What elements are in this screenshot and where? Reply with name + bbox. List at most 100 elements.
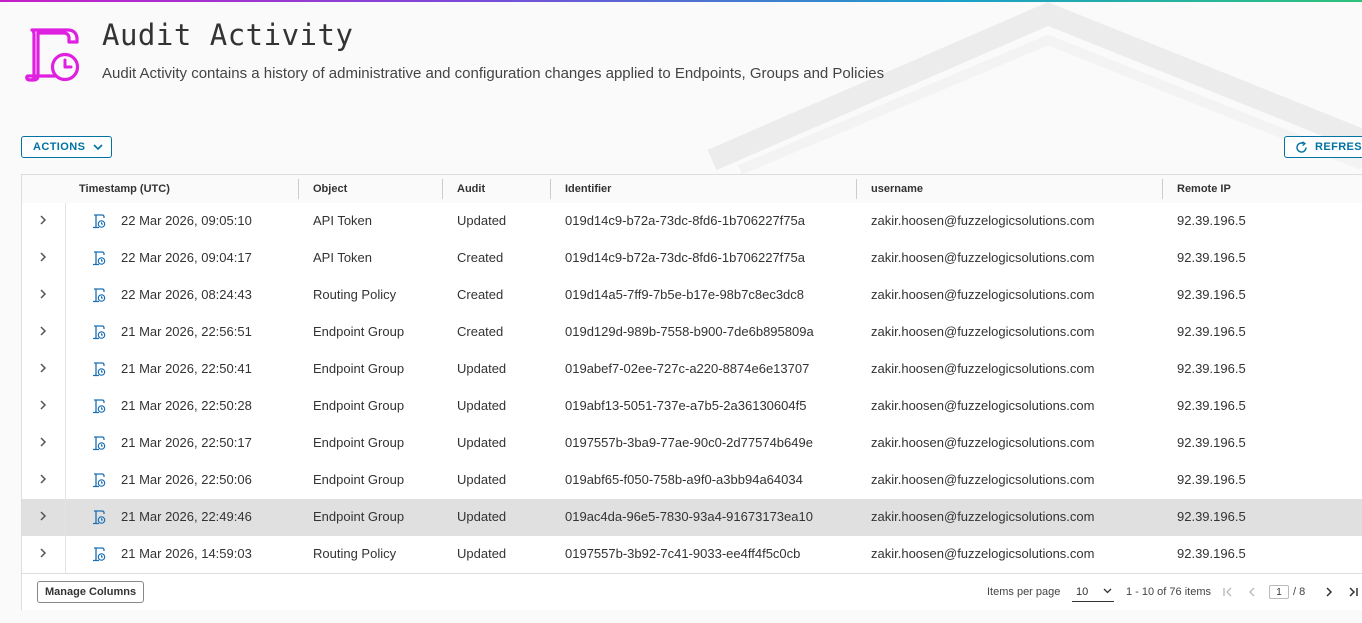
cell-audit: Updated: [457, 213, 507, 228]
chevron-right-icon[interactable]: [36, 435, 50, 449]
column-resize-handle[interactable]: [298, 179, 299, 199]
table-row[interactable]: 22 Mar 2026, 09:05:10 API Token Updated …: [22, 203, 1362, 241]
cell-identifier: 019abef7-02ee-727c-a220-8874e6e13707: [565, 361, 810, 376]
cell-username: zakir.hoosen@fuzzelogicsolutions.com: [871, 398, 1095, 413]
actions-button-label: ACTIONS: [33, 141, 86, 153]
previous-page-icon[interactable]: [1245, 585, 1259, 599]
cell-timestamp: 21 Mar 2026, 22:50:17: [121, 435, 252, 450]
table-row[interactable]: 21 Mar 2026, 22:50:06 Endpoint Group Upd…: [22, 462, 1362, 500]
cell-audit: Created: [457, 324, 504, 339]
pagination-range: 1 - 10 of 76 items: [1126, 586, 1211, 598]
table-row-selected[interactable]: 21 Mar 2026, 22:49:46 Endpoint Group Upd…: [22, 499, 1362, 537]
audit-record-icon: [93, 325, 106, 340]
expander-divider: [65, 351, 66, 388]
expander-divider: [65, 277, 66, 314]
audit-record-icon: [93, 473, 106, 488]
column-resize-handle[interactable]: [856, 179, 857, 199]
cell-object: API Token: [313, 250, 373, 265]
cell-username: zakir.hoosen@fuzzelogicsolutions.com: [871, 361, 1095, 376]
column-header-identifier[interactable]: Identifier: [565, 175, 611, 203]
cell-username: zakir.hoosen@fuzzelogicsolutions.com: [871, 213, 1095, 228]
cell-timestamp: 21 Mar 2026, 22:50:06: [121, 472, 252, 487]
grid-footer: Manage Columns Items per page 10 1 - 10 …: [22, 573, 1362, 610]
refresh-button-label: REFRESH: [1315, 141, 1362, 153]
column-header-object[interactable]: Object: [313, 175, 347, 203]
cell-username: zakir.hoosen@fuzzelogicsolutions.com: [871, 472, 1095, 487]
cell-timestamp: 21 Mar 2026, 22:50:41: [121, 361, 252, 376]
table-row[interactable]: 22 Mar 2026, 08:24:43 Routing Policy Cre…: [22, 277, 1362, 315]
chevron-right-icon[interactable]: [36, 324, 50, 338]
cell-remote-ip: 92.39.196.5: [1177, 287, 1246, 302]
column-header-remote-ip[interactable]: Remote IP: [1177, 175, 1231, 203]
first-page-icon[interactable]: [1221, 585, 1235, 599]
actions-button[interactable]: ACTIONS: [21, 136, 112, 158]
items-per-page-select[interactable]: 10: [1072, 582, 1114, 602]
column-header-username[interactable]: username: [871, 175, 923, 203]
chevron-right-icon[interactable]: [36, 213, 50, 227]
cell-object: Endpoint Group: [313, 435, 405, 450]
expander-divider: [65, 388, 66, 425]
refresh-icon: [1296, 140, 1307, 153]
chevron-right-icon[interactable]: [36, 472, 50, 486]
cell-remote-ip: 92.39.196.5: [1177, 546, 1246, 561]
expander-divider: [65, 203, 66, 240]
cell-remote-ip: 92.39.196.5: [1177, 435, 1246, 450]
chevron-right-icon[interactable]: [36, 250, 50, 264]
cell-remote-ip: 92.39.196.5: [1177, 324, 1246, 339]
table-row[interactable]: 21 Mar 2026, 22:50:28 Endpoint Group Upd…: [22, 388, 1362, 426]
cell-object: Endpoint Group: [313, 509, 405, 524]
cell-username: zakir.hoosen@fuzzelogicsolutions.com: [871, 250, 1095, 265]
table-row[interactable]: 21 Mar 2026, 14:59:03 Routing Policy Upd…: [22, 536, 1362, 574]
column-header-audit[interactable]: Audit: [457, 175, 485, 203]
column-resize-handle[interactable]: [442, 179, 443, 199]
expander-divider: [65, 314, 66, 351]
cell-audit: Updated: [457, 472, 507, 487]
refresh-button[interactable]: REFRESH: [1284, 136, 1362, 158]
last-page-icon[interactable]: [1346, 585, 1360, 599]
table-row[interactable]: 21 Mar 2026, 22:56:51 Endpoint Group Cre…: [22, 314, 1362, 352]
page-title: Audit Activity: [102, 18, 354, 52]
cell-identifier: 019abf65-f050-758b-a9f0-a3bb94a64034: [565, 472, 803, 487]
cell-audit: Updated: [457, 435, 507, 450]
column-resize-handle[interactable]: [1162, 179, 1163, 199]
cell-object: Endpoint Group: [313, 472, 405, 487]
cell-remote-ip: 92.39.196.5: [1177, 398, 1246, 413]
cell-remote-ip: 92.39.196.5: [1177, 361, 1246, 376]
cell-audit: Created: [457, 287, 504, 302]
cell-remote-ip: 92.39.196.5: [1177, 213, 1246, 228]
cell-username: zakir.hoosen@fuzzelogicsolutions.com: [871, 435, 1095, 450]
manage-columns-button[interactable]: Manage Columns: [37, 581, 145, 603]
cell-identifier: 019d14c9-b72a-73dc-8fd6-1b706227f75a: [565, 213, 805, 228]
current-page-input[interactable]: 1: [1269, 585, 1289, 599]
chevron-down-icon: [1103, 588, 1112, 594]
cell-username: zakir.hoosen@fuzzelogicsolutions.com: [871, 546, 1095, 561]
cell-username: zakir.hoosen@fuzzelogicsolutions.com: [871, 324, 1095, 339]
next-page-icon[interactable]: [1322, 585, 1336, 599]
chevron-right-icon[interactable]: [36, 509, 50, 523]
audit-record-icon: [93, 399, 106, 414]
audit-record-icon: [93, 251, 106, 266]
cell-timestamp: 22 Mar 2026, 08:24:43: [121, 287, 252, 302]
cell-object: Endpoint Group: [313, 361, 405, 376]
cell-audit: Created: [457, 250, 504, 265]
table-row[interactable]: 22 Mar 2026, 09:04:17 API Token Created …: [22, 240, 1362, 278]
table-row[interactable]: 21 Mar 2026, 22:50:17 Endpoint Group Upd…: [22, 425, 1362, 463]
cell-username: zakir.hoosen@fuzzelogicsolutions.com: [871, 509, 1095, 524]
items-per-page-label: Items per page: [987, 586, 1061, 598]
column-header-timestamp[interactable]: Timestamp (UTC): [79, 175, 170, 203]
cell-timestamp: 21 Mar 2026, 22:50:28: [121, 398, 252, 413]
audit-record-icon: [93, 436, 106, 451]
expander-divider: [65, 499, 66, 536]
chevron-right-icon[interactable]: [36, 361, 50, 375]
expander-divider: [65, 462, 66, 499]
cell-object: Endpoint Group: [313, 324, 405, 339]
audit-clipboard-clock-icon: [25, 28, 80, 82]
cell-timestamp: 21 Mar 2026, 22:56:51: [121, 324, 252, 339]
column-resize-handle[interactable]: [550, 179, 551, 199]
cell-identifier: 019d14a5-7ff9-7b5e-b17e-98b7c8ec3dc8: [565, 287, 805, 302]
chevron-right-icon[interactable]: [36, 287, 50, 301]
chevron-right-icon[interactable]: [36, 398, 50, 412]
chevron-right-icon[interactable]: [36, 546, 50, 560]
table-row[interactable]: 21 Mar 2026, 22:50:41 Endpoint Group Upd…: [22, 351, 1362, 389]
cell-identifier: 0197557b-3ba9-77ae-90c0-2d77574b649e: [565, 435, 813, 450]
